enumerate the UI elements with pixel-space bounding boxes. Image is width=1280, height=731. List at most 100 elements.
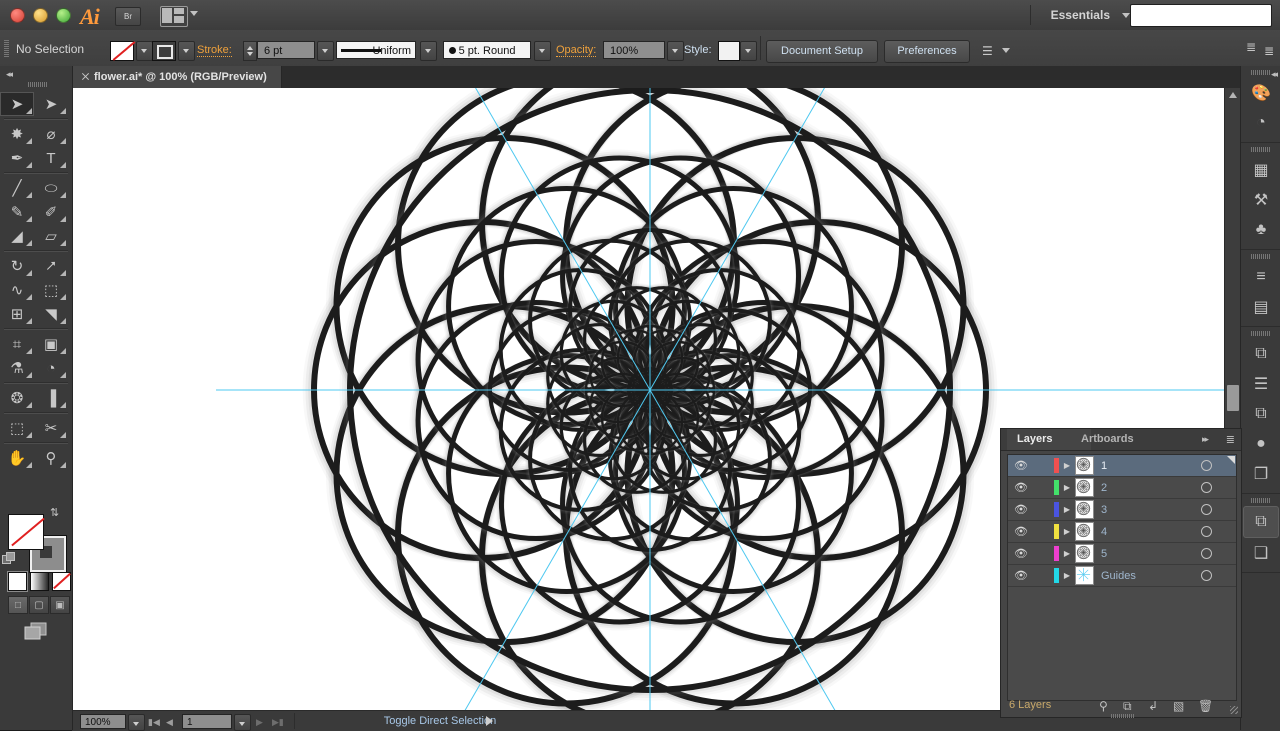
layer-expand-triangle-icon[interactable]: ▶ (1059, 571, 1075, 580)
tab-artboards[interactable]: Artboards (1071, 429, 1176, 450)
gradient-panel-icon[interactable]: ▤ (1244, 292, 1278, 322)
layer-target-circle-icon[interactable] (1201, 504, 1212, 515)
lasso-tool[interactable]: ⌀ (34, 122, 68, 146)
first-artboard-icon[interactable]: ▮◀ (148, 717, 160, 728)
mesh-tool[interactable]: ⌗ (0, 332, 34, 356)
document-setup-button[interactable]: Document Setup (766, 40, 878, 63)
free-transform-tool[interactable]: ⬚ (34, 278, 68, 302)
minimize-window-button[interactable] (33, 8, 48, 23)
layer-row[interactable]: 👁 ▶ 3 (1008, 499, 1236, 521)
status-menu-arrow-icon[interactable] (486, 716, 493, 726)
expand-panels-icon[interactable]: ▸▸ (1202, 434, 1209, 445)
layer-name-label[interactable]: 4 (1101, 526, 1107, 538)
graphic-style-swatch[interactable] (718, 41, 740, 61)
layer-target-circle-icon[interactable] (1201, 482, 1212, 493)
make-clipping-mask-icon[interactable]: ⧉ (1123, 699, 1132, 714)
layer-name-label[interactable]: 2 (1101, 482, 1107, 494)
layers-panel-menu-icon[interactable]: ≣ (1226, 433, 1235, 446)
appearance-panel-icon[interactable]: ❐ (1244, 459, 1278, 489)
previous-artboard-icon[interactable]: ◀ (166, 717, 173, 728)
layer-visibility-eye-icon[interactable]: 👁 (1008, 503, 1034, 516)
layer-row[interactable]: 👁 ▶ 5 (1008, 543, 1236, 565)
panel-drag-gripper[interactable] (1111, 714, 1135, 718)
color-guide-panel-icon[interactable]: ◔ (1244, 108, 1278, 138)
gradient-tool[interactable]: ▣ (34, 332, 68, 356)
type-tool[interactable]: T (34, 146, 68, 170)
layer-row[interactable]: 👁 ▶ 4 (1008, 521, 1236, 543)
layers-panel-icon[interactable]: ⧉ (1243, 506, 1279, 538)
layer-row[interactable]: 👁 ▶ 1 (1008, 455, 1236, 477)
control-bar-gripper[interactable] (4, 40, 9, 58)
column-graph-tool[interactable]: ▐ (34, 386, 68, 410)
color-panel-icon[interactable]: 🎨 (1244, 78, 1278, 108)
layer-visibility-eye-icon[interactable]: 👁 (1008, 525, 1034, 538)
dock-group-gripper[interactable] (1251, 498, 1271, 503)
layer-visibility-eye-icon[interactable]: 👁 (1008, 459, 1034, 472)
layer-name-label[interactable]: Guides (1101, 570, 1136, 582)
symbols-panel-icon[interactable]: ♣ (1244, 215, 1278, 245)
layer-expand-triangle-icon[interactable]: ▶ (1059, 505, 1075, 514)
control-bar-menu-icon[interactable]: ≣ (1264, 44, 1274, 58)
artboards-panel-icon[interactable]: ❑ (1244, 538, 1278, 568)
tool-status-label[interactable]: Toggle Direct Selection (320, 715, 560, 727)
brush-chevron-icon[interactable] (534, 41, 551, 61)
layer-row[interactable]: 👁 ▶ 2 (1008, 477, 1236, 499)
layer-expand-triangle-icon[interactable]: ▶ (1059, 549, 1075, 558)
gradient-mode-button[interactable] (30, 572, 49, 591)
layer-visibility-eye-icon[interactable]: 👁 (1008, 569, 1034, 582)
brushes-panel-icon[interactable]: ⚒ (1244, 185, 1278, 215)
perspective-grid-tool[interactable]: ◥ (34, 302, 68, 326)
arrange-documents-icon[interactable] (160, 6, 188, 27)
close-window-button[interactable] (10, 8, 25, 23)
eyedropper-tool[interactable]: ⚗ (0, 356, 34, 380)
full-screen-mode-icon[interactable]: ▣ (50, 596, 70, 614)
collapse-tools-icon[interactable]: ◂◂ (6, 69, 13, 80)
layer-visibility-eye-icon[interactable]: 👁 (1008, 547, 1034, 560)
rotate-tool[interactable]: ↻ (0, 254, 34, 278)
style-chevron-icon[interactable] (740, 41, 757, 61)
scale-tool[interactable]: ⭧ (34, 254, 68, 278)
dock-group-gripper[interactable] (1251, 70, 1271, 75)
selection-tool[interactable]: ➤ (0, 92, 34, 116)
layer-expand-triangle-icon[interactable]: ▶ (1059, 461, 1075, 470)
create-new-sublayer-icon[interactable]: ↲ (1148, 699, 1158, 713)
layer-target-circle-icon[interactable] (1201, 570, 1212, 581)
layer-target-circle-icon[interactable] (1201, 526, 1212, 537)
last-artboard-icon[interactable]: ▶▮ (272, 717, 284, 728)
close-document-icon[interactable] (81, 72, 90, 81)
brush-definition-select[interactable]: 5 pt. Round (443, 41, 531, 59)
dock-group-gripper[interactable] (1251, 331, 1271, 336)
fill-color-swatch[interactable] (8, 514, 44, 550)
layer-target-circle-icon[interactable] (1201, 460, 1212, 471)
opacity-label[interactable]: Opacity: (556, 44, 597, 57)
document-tab[interactable]: flower.ai* @ 100% (RGB/Preview) (72, 66, 282, 88)
shape-builder-tool[interactable]: ⊞ (0, 302, 34, 326)
hidden-characters-icon[interactable]: ☰ (982, 44, 993, 58)
workspace-switcher[interactable]: Essentials (1051, 8, 1110, 22)
layer-expand-triangle-icon[interactable]: ▶ (1059, 527, 1075, 536)
align-panel-icon[interactable]: ☰ (1244, 369, 1278, 399)
stroke-dropdown-chevron-icon[interactable] (178, 41, 195, 61)
zoom-chevron-icon[interactable] (128, 714, 145, 731)
color-mode-button[interactable] (8, 572, 27, 591)
blob-brush-tool[interactable]: ◢ (0, 224, 34, 248)
workspace-chevron-down-icon[interactable] (1122, 13, 1130, 18)
swatches-panel-icon[interactable]: ▦ (1244, 155, 1278, 185)
overflow-chevron-down-icon[interactable] (1002, 48, 1010, 53)
layer-name-label[interactable]: 5 (1101, 548, 1107, 560)
artboard-number-input[interactable]: 1 (182, 714, 232, 729)
dock-group-gripper[interactable] (1251, 254, 1271, 259)
layer-row[interactable]: 👁 ▶ Guides (1008, 565, 1236, 587)
create-new-layer-icon[interactable]: ▧ (1173, 699, 1184, 713)
normal-screen-mode-icon[interactable]: □ (8, 596, 28, 614)
search-input[interactable] (1130, 4, 1272, 27)
stroke-weight-label[interactable]: Stroke: (197, 44, 232, 57)
scroll-up-arrow-icon[interactable] (1229, 92, 1237, 98)
vertical-scroll-thumb[interactable] (1227, 385, 1239, 411)
layers-list[interactable]: 👁 ▶ 1 👁 ▶ 2 👁 ▶ 3 👁 ▶ 4 👁 ▶ 5 👁 ▶ Guides (1007, 454, 1237, 701)
pencil-tool[interactable]: ✐ (34, 200, 68, 224)
none-mode-button[interactable] (52, 572, 71, 591)
layer-expand-triangle-icon[interactable]: ▶ (1059, 483, 1075, 492)
swap-fill-stroke-icon[interactable]: ⇅ (50, 506, 59, 519)
stroke-swatch[interactable] (152, 41, 176, 61)
